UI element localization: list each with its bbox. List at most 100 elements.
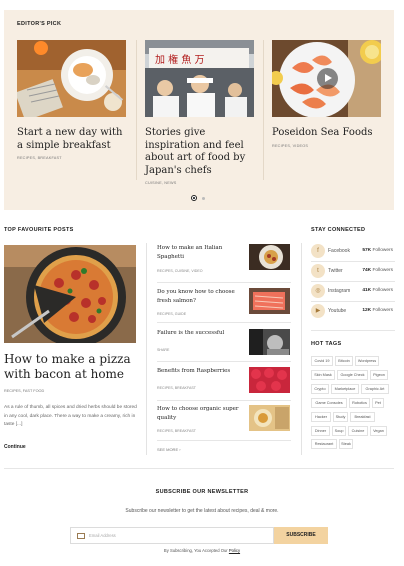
tag[interactable]: Pet: [372, 398, 384, 408]
stay-connected-title: STAY CONNECTED: [311, 227, 366, 233]
social-count-number: 12K: [362, 308, 372, 313]
tag[interactable]: Crypto: [311, 384, 329, 394]
pick-meta[interactable]: CUISINE, NEWS: [145, 181, 254, 185]
pick-meta[interactable]: RECIPES, VIDEOS: [272, 144, 381, 148]
pizza-image[interactable]: [4, 245, 136, 343]
tag[interactable]: Graphic Art: [361, 384, 389, 394]
tag[interactable]: Wordpress: [355, 356, 379, 366]
tag[interactable]: Marketplace: [331, 384, 359, 394]
tag[interactable]: Skin Mask: [311, 370, 335, 380]
bw-kitchen-thumbnail[interactable]: [249, 329, 290, 355]
raspberries-thumbnail[interactable]: [249, 367, 290, 393]
japan-chefs-image[interactable]: 加 権 魚 万: [145, 40, 254, 117]
featured-post-title[interactable]: How to make a pizza with bacon at home: [4, 352, 136, 381]
see-more-link[interactable]: SEE MORE ›: [157, 447, 181, 452]
tag[interactable]: Breakfast: [350, 412, 375, 422]
pick-title[interactable]: Stories give inspiration and feel about …: [145, 127, 254, 177]
social-count-number: 57K: [362, 248, 372, 253]
pick-meta[interactable]: RECIPES, BREAKFAST: [17, 156, 126, 160]
instagram-icon: ◎: [311, 284, 325, 298]
tag[interactable]: Google Check: [337, 370, 368, 380]
social-count: 12K Followers: [362, 308, 393, 313]
social-count-number: 74K: [362, 268, 372, 273]
featured-post-meta[interactable]: RECIPES, FAST FOOD: [4, 389, 44, 393]
policy-link[interactable]: Policy: [229, 548, 240, 553]
salmon-thumbnail[interactable]: [249, 288, 290, 314]
tag[interactable]: Dinner: [311, 426, 330, 436]
social-twitter[interactable]: t Twitter 74K Followers: [311, 264, 395, 278]
social-divider: [311, 261, 395, 262]
subscribe-button[interactable]: SUBSCRIBE: [274, 527, 328, 544]
social-name: Instagram: [328, 288, 351, 294]
social-youtube[interactable]: ▶ Youtube 12K Followers: [311, 304, 395, 318]
tag[interactable]: Soup: [332, 426, 346, 436]
list-item-title[interactable]: Failure is the successful: [157, 329, 245, 338]
chevron-right-icon: ›: [179, 447, 181, 452]
pick-divider: [263, 40, 264, 180]
tag[interactable]: Hacker: [311, 412, 331, 422]
list-divider: [157, 400, 291, 401]
tag[interactable]: Steak: [339, 439, 353, 449]
email-field[interactable]: Email Address: [70, 527, 274, 544]
breakfast-image[interactable]: [17, 40, 126, 117]
pick-card-seafood[interactable]: Poseidon Sea Foods RECIPES, VIDEOS: [272, 40, 381, 148]
continue-link[interactable]: Continue: [4, 444, 26, 450]
organic-food-thumbnail[interactable]: [249, 405, 290, 431]
carousel-dot-active[interactable]: [191, 195, 197, 201]
list-item[interactable]: Do you know how to choose fresh salmon? …: [157, 288, 291, 325]
pick-title[interactable]: Start a new day with a simple breakfast: [17, 127, 126, 152]
see-more-label[interactable]: SEE MORE: [157, 447, 178, 452]
pick-card-breakfast[interactable]: Start a new day with a simple breakfast …: [17, 40, 126, 160]
email-placeholder[interactable]: Email Address: [89, 533, 116, 538]
list-item[interactable]: How to choose organic super quality RECI…: [157, 405, 291, 442]
seafood-image[interactable]: [272, 40, 381, 117]
social-name: Twitter: [328, 268, 343, 274]
list-item[interactable]: How to make an Italian Spaghetti RECIPES…: [157, 244, 291, 281]
list-item-meta[interactable]: RECIPES, BREAKFAST: [157, 429, 196, 433]
newsletter-note-text: By Subscribing, You Accepted Our: [163, 548, 228, 553]
list-divider: [157, 440, 291, 441]
facebook-icon: f: [311, 244, 325, 258]
pick-divider: [136, 40, 137, 180]
social-count: 74K Followers: [362, 268, 393, 273]
tag[interactable]: Study: [333, 412, 348, 422]
top-posts-title: TOP FAVOURITE POSTS: [4, 227, 74, 233]
tag[interactable]: Robotics: [349, 398, 370, 408]
list-item-title[interactable]: How to choose organic super quality: [157, 405, 245, 423]
pick-title[interactable]: Poseidon Sea Foods: [272, 127, 381, 140]
social-instagram[interactable]: ◎ Instagram 41K Followers: [311, 284, 395, 298]
tag[interactable]: Covid 19: [311, 356, 333, 366]
social-count-unit: Followers: [372, 308, 393, 313]
spaghetti-thumbnail[interactable]: [249, 244, 290, 270]
list-item-meta[interactable]: RECIPES, BREAKFAST: [157, 386, 196, 390]
social-count: 57K Followers: [362, 248, 393, 253]
play-icon: [325, 74, 332, 82]
featured-post-excerpt: As a rule of thumb, all spices and dried…: [4, 405, 137, 427]
list-item-meta[interactable]: RECIPES, CUISINE, VIDEO: [157, 269, 203, 273]
svg-text:加 権 魚 万: 加 権 魚 万: [155, 53, 205, 66]
pick-card-japan[interactable]: 加 権 魚 万 Stories give inspiration and fee…: [145, 40, 254, 185]
tag[interactable]: Pigeon: [370, 370, 388, 380]
mail-icon: [77, 533, 85, 539]
play-video-button[interactable]: [317, 68, 338, 89]
editors-pick-section: EDITOR'S PICK Start a new day with a sim…: [4, 10, 394, 210]
list-item-meta[interactable]: RECIPES, GUIDE: [157, 312, 186, 316]
twitter-icon: t: [311, 264, 325, 278]
social-facebook[interactable]: f Facebook 57K Followers: [311, 244, 395, 258]
editors-pick-title: EDITOR'S PICK: [17, 21, 62, 27]
tag[interactable]: Game Consoles: [311, 398, 347, 408]
tag[interactable]: Vegan: [370, 426, 387, 436]
carousel-dot[interactable]: [202, 196, 205, 200]
social-divider: [311, 301, 395, 302]
list-item-title[interactable]: How to make an Italian Spaghetti: [157, 244, 245, 262]
tag[interactable]: Cuisine: [348, 426, 368, 436]
list-item[interactable]: Benefits from Raspberries RECIPES, BREAK…: [157, 367, 291, 404]
list-item-meta[interactable]: SHARE: [157, 348, 169, 352]
newsletter-title: SUBSCRIBE OUR NEWSLETTER: [155, 489, 249, 495]
list-item-title[interactable]: Benefits from Raspberries: [157, 367, 245, 376]
list-item-title[interactable]: Do you know how to choose fresh salmon?: [157, 288, 245, 306]
social-count-unit: Followers: [372, 248, 393, 253]
newsletter-note: By Subscribing, You Accepted Our Policy: [0, 548, 404, 553]
tag[interactable]: Bitcoin: [335, 356, 353, 366]
tag[interactable]: Restaurant: [311, 439, 337, 449]
